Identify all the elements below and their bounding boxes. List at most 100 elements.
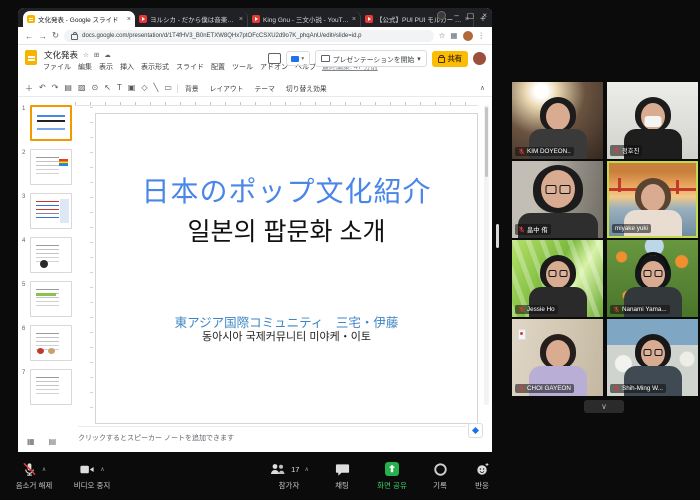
- document-title[interactable]: 文化発表: [44, 49, 78, 61]
- browser-tab[interactable]: King Gnu - 三文小説 - YouTube×: [248, 11, 361, 27]
- slide-thumbnail[interactable]: [30, 149, 72, 185]
- print-icon[interactable]: ▤: [64, 83, 72, 94]
- bookmark-star-icon[interactable]: ☆: [439, 31, 446, 40]
- tab-close-icon[interactable]: ×: [239, 16, 243, 23]
- participant-tile[interactable]: Nanami Yama...: [607, 240, 698, 317]
- browser-action-icons: ☆ ▦ ⋮: [439, 31, 485, 41]
- reload-icon[interactable]: ↻: [52, 30, 59, 41]
- menu-item[interactable]: ツール: [232, 62, 253, 72]
- insert-image-icon[interactable]: ▣: [128, 83, 136, 94]
- filmstrip-view-icon[interactable]: ▦: [27, 437, 35, 446]
- slide-title-korean[interactable]: 일본의 팝문화 소개: [96, 212, 477, 248]
- slide-title-japanese[interactable]: 日本のポップ文化紹介: [96, 170, 477, 210]
- menu-item[interactable]: 表示形式: [141, 62, 169, 72]
- toolbar-button[interactable]: 背景: [183, 83, 201, 93]
- insert-comment-icon[interactable]: ▭: [164, 83, 172, 94]
- toolbar-button[interactable]: レイアウト: [208, 83, 246, 93]
- participant-tile[interactable]: miyake yuki: [607, 161, 698, 238]
- address-bar[interactable]: docs.google.com/presentation/d/1T4fHV3_B…: [64, 30, 434, 42]
- speaker-notes[interactable]: クリックするとスピーカー ノートを追加できます: [78, 426, 466, 452]
- new-slide-icon[interactable]: ＋: [25, 83, 33, 94]
- account-avatar[interactable]: [473, 52, 486, 65]
- stop-video-button[interactable]: ∧ 비디오 중지: [64, 461, 120, 491]
- slide-thumbnail[interactable]: [30, 281, 72, 317]
- menu-item[interactable]: スライド: [176, 62, 204, 72]
- browser-url-bar: ← → ↻ docs.google.com/presentation/d/1T4…: [18, 27, 492, 45]
- google-slides-app: 文化発表 ☆ ⊞ ☁ ファイル編集表示挿入表示形式スライド配置ツールアドオンヘル…: [18, 45, 492, 452]
- tab-close-icon[interactable]: ×: [352, 16, 356, 23]
- comment-history-icon[interactable]: [268, 53, 281, 64]
- record-button[interactable]: 기록: [424, 461, 456, 491]
- toolbar-button[interactable]: テーマ: [253, 83, 277, 93]
- slide-thumbnail[interactable]: [30, 105, 72, 141]
- browser-profile-icon[interactable]: [437, 11, 446, 20]
- presenter-view-button[interactable]: ▾: [286, 51, 310, 66]
- page-url: docs.google.com/presentation/d/1T4fHV3_B…: [82, 33, 361, 39]
- collapse-toolbar-icon[interactable]: ∧: [480, 84, 485, 92]
- window-controls: – ▢ ×: [437, 11, 487, 20]
- participant-count: 17: [291, 465, 299, 474]
- move-folder-icon[interactable]: ⊞: [94, 51, 99, 59]
- video-options-caret[interactable]: ∧: [100, 466, 104, 473]
- present-caret-icon[interactable]: ▾: [417, 55, 420, 63]
- participants-button[interactable]: 17 ∧ 참가자: [256, 461, 322, 491]
- close-button[interactable]: ×: [482, 11, 487, 20]
- browser-tab[interactable]: ヨルシカ - だから僕は音楽を辞めた×: [135, 11, 248, 27]
- participants-caret[interactable]: ∧: [304, 466, 308, 473]
- tab-close-icon[interactable]: ×: [127, 16, 131, 23]
- panel-resize-handle[interactable]: [496, 224, 499, 248]
- menu-item[interactable]: 表示: [99, 62, 113, 72]
- redo-icon[interactable]: ↷: [52, 83, 59, 94]
- browser-tab-strip: 文化発表 - Google スライド×ヨルシカ - だから僕は音楽を辞めた×Ki…: [18, 8, 492, 27]
- paint-format-icon[interactable]: ▨: [78, 83, 86, 94]
- menu-item[interactable]: 挿入: [120, 62, 134, 72]
- browser-tab[interactable]: 文化発表 - Google スライド×: [23, 11, 135, 27]
- menu-item[interactable]: 編集: [78, 62, 92, 72]
- back-icon[interactable]: ←: [25, 31, 34, 41]
- participant-tile[interactable]: KIM DOYEON..: [512, 82, 603, 159]
- reactions-button[interactable]: 반응: [466, 461, 498, 491]
- explore-icon[interactable]: [468, 423, 483, 438]
- browser-menu-icon[interactable]: ⋮: [478, 31, 486, 40]
- tab-title: 文化発表 - Google スライド: [38, 14, 124, 24]
- maximize-button[interactable]: ▢: [467, 11, 475, 20]
- minimize-button[interactable]: –: [454, 11, 458, 20]
- star-icon[interactable]: ☆: [83, 51, 89, 59]
- slide-thumbnail[interactable]: [30, 369, 72, 405]
- slide-thumbnail[interactable]: [30, 237, 72, 273]
- toolbar-button[interactable]: 切り替え効果: [284, 83, 329, 93]
- share-button[interactable]: 共有: [432, 51, 468, 67]
- zoom-icon[interactable]: ⊙: [92, 83, 99, 94]
- start-presentation-button[interactable]: プレゼンテーションを開始 ▾: [315, 50, 427, 67]
- gallery-more-chevron-button[interactable]: ∨: [584, 400, 624, 413]
- chat-button[interactable]: 채팅: [326, 461, 358, 491]
- participant-tile[interactable]: CHOI GAYEON: [512, 319, 603, 396]
- text-box-icon[interactable]: T: [117, 83, 122, 94]
- slide-canvas[interactable]: 日本のポップ文化紹介 일본의 팝문화 소개 東アジア国際コミュニティ 三宅・伊藤…: [95, 113, 478, 424]
- forward-icon[interactable]: →: [39, 31, 48, 41]
- thumbnail-row: 3: [18, 192, 75, 236]
- profile-avatar[interactable]: [463, 31, 473, 41]
- canvas-scrollbar[interactable]: [484, 105, 489, 405]
- slide-thumbnail[interactable]: [30, 325, 72, 361]
- participant-name: CHOI GAYEON: [527, 385, 571, 392]
- menu-item[interactable]: 配置: [211, 62, 225, 72]
- extension-icon[interactable]: ▦: [450, 31, 457, 40]
- participant-tile[interactable]: Shih-Ming W...: [607, 319, 698, 396]
- participant-tile[interactable]: 정호진: [607, 82, 698, 159]
- share-screen-button[interactable]: 화면 공유: [366, 461, 418, 491]
- insert-shape-icon[interactable]: ◇: [141, 83, 147, 94]
- grid-view-icon[interactable]: ▤: [49, 437, 57, 446]
- slide-credit-korean[interactable]: 동아시아 국제커뮤니티 미야케・이토: [96, 328, 477, 344]
- slides-logo-icon[interactable]: [25, 50, 37, 65]
- menu-item[interactable]: ファイル: [43, 62, 71, 72]
- undo-icon[interactable]: ↶: [39, 83, 46, 94]
- participant-tile[interactable]: 畠中 侑: [512, 161, 603, 238]
- select-cursor-icon[interactable]: ↖: [104, 83, 111, 94]
- unmute-button[interactable]: ∧ 음소거 해제: [6, 461, 62, 491]
- mic-options-caret[interactable]: ∧: [42, 466, 46, 473]
- participant-tile[interactable]: Jessie Ho: [512, 240, 603, 317]
- glasses: [643, 349, 662, 356]
- insert-line-icon[interactable]: ╲: [154, 83, 159, 94]
- slide-thumbnail[interactable]: [30, 193, 72, 229]
